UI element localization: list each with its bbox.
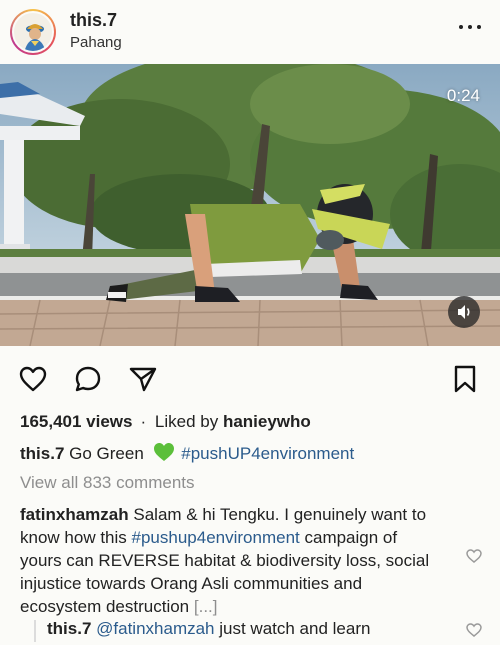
- paper-plane-icon[interactable]: [128, 364, 158, 394]
- comment-username[interactable]: fatinxhamzah: [20, 505, 129, 524]
- view-count[interactable]: 165,401 views: [20, 412, 132, 431]
- story-ring[interactable]: [10, 9, 56, 55]
- reply-like-heart-icon[interactable]: [466, 623, 482, 637]
- views-liked-line: 165,401 views · Liked by hanieywho: [20, 412, 311, 432]
- comment-bubble-icon[interactable]: [73, 364, 103, 394]
- separator-dot: ·: [140, 412, 147, 431]
- comment-item: fatinxhamzah Salam & hi Tengku. I genuin…: [20, 503, 440, 618]
- heart-outline-icon[interactable]: [18, 364, 48, 394]
- post-caption: this.7 Go Green #pushUP4environment: [20, 442, 354, 467]
- bookmark-icon[interactable]: [450, 364, 480, 394]
- reply-mention[interactable]: @fatinxhamzah: [96, 619, 214, 638]
- comment-hashtag[interactable]: #pushup4environment: [132, 528, 300, 547]
- speaker-icon[interactable]: [448, 296, 480, 328]
- liked-by-prefix: Liked by: [154, 412, 219, 431]
- post-actions: [0, 346, 500, 408]
- reply-item: this.7 @fatinxhamzah just watch and lear…: [47, 619, 370, 639]
- reply-username[interactable]: this.7: [47, 619, 91, 638]
- post-username[interactable]: this.7: [70, 10, 117, 31]
- video-timer: 0:24: [446, 86, 480, 105]
- comment-more-link[interactable]: [...]: [194, 597, 218, 616]
- caption-text: Go Green: [69, 444, 144, 463]
- liked-by-user[interactable]: hanieywho: [223, 412, 311, 431]
- reply-text: just watch and learn: [219, 619, 371, 638]
- post-header: this.7 Pahang: [0, 0, 500, 64]
- comment-like-heart-icon[interactable]: [466, 549, 482, 563]
- avatar[interactable]: [12, 11, 54, 53]
- post-location[interactable]: Pahang: [70, 34, 122, 51]
- reply-thread-line: [34, 620, 36, 642]
- green-heart-icon: [153, 442, 175, 467]
- view-all-comments-link[interactable]: View all 833 comments: [20, 473, 195, 493]
- caption-hashtag[interactable]: #pushUP4environment: [181, 444, 354, 463]
- post-video[interactable]: 0:24: [0, 64, 500, 346]
- caption-username[interactable]: this.7: [20, 444, 64, 463]
- more-options-icon[interactable]: [458, 20, 482, 34]
